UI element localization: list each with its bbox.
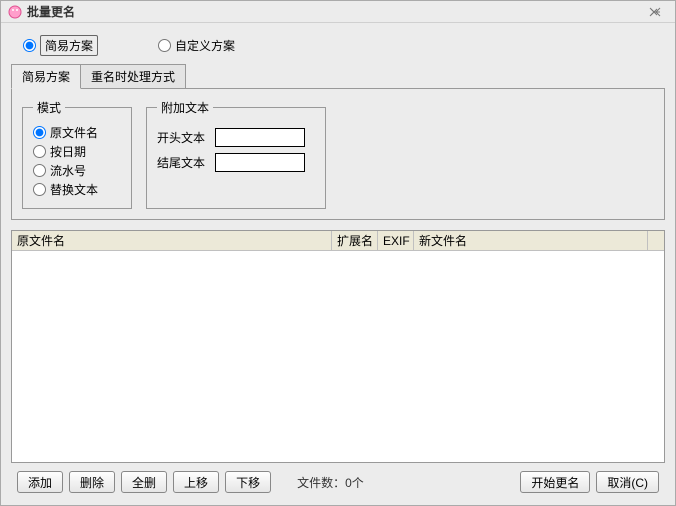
tab-duplicate[interactable]: 重名时处理方式 — [80, 64, 186, 89]
mode-bydate-input[interactable] — [33, 145, 46, 158]
tab-panel-simple: 模式 原文件名 按日期 流水号 替换文本 — [11, 88, 665, 220]
tab-simple-label: 简易方案 — [22, 70, 70, 84]
app-icon — [7, 4, 23, 20]
file-table: 原文件名 扩展名 EXIF 新文件名 — [11, 230, 665, 463]
scheme-simple-radio[interactable]: 简易方案 — [23, 35, 98, 56]
prefix-input[interactable] — [215, 128, 305, 147]
close-button[interactable] — [641, 5, 669, 19]
window-title: 批量更名 — [27, 3, 75, 20]
append-group: 附加文本 开头文本 结尾文本 — [146, 99, 326, 209]
move-down-button[interactable]: 下移 — [225, 471, 271, 493]
scheme-simple-input[interactable] — [23, 39, 36, 52]
scheme-custom-radio[interactable]: 自定义方案 — [158, 37, 235, 54]
mode-bydate-radio[interactable]: 按日期 — [33, 143, 121, 160]
suffix-input[interactable] — [215, 153, 305, 172]
content-area: 简易方案 自定义方案 简易方案 重名时处理方式 模式 原文件名 — [1, 23, 675, 505]
start-rename-button[interactable]: 开始更名 — [520, 471, 590, 493]
mode-replace-input[interactable] — [33, 183, 46, 196]
suffix-row: 结尾文本 — [157, 153, 315, 172]
mode-bydate-label: 按日期 — [50, 143, 86, 160]
mode-original-input[interactable] — [33, 126, 46, 139]
titlebar: 批量更名 — [1, 1, 675, 23]
move-up-button[interactable]: 上移 — [173, 471, 219, 493]
window: 批量更名 简易方案 自定义方案 简易方案 重名时处理方式 — [0, 0, 676, 506]
mode-replace-label: 替换文本 — [50, 181, 98, 198]
mode-replace-radio[interactable]: 替换文本 — [33, 181, 121, 198]
append-legend: 附加文本 — [157, 99, 213, 116]
mode-serial-radio[interactable]: 流水号 — [33, 162, 121, 179]
tabs: 简易方案 重名时处理方式 — [11, 64, 665, 89]
file-count-label: 文件数：0个 — [297, 474, 364, 491]
mode-serial-label: 流水号 — [50, 162, 86, 179]
table-header: 原文件名 扩展名 EXIF 新文件名 — [12, 231, 664, 251]
mode-legend: 模式 — [33, 99, 65, 116]
suffix-label: 结尾文本 — [157, 154, 209, 171]
th-ext[interactable]: 扩展名 — [332, 231, 378, 250]
bottom-bar: 添加 删除 全删 上移 下移 文件数：0个 开始更名 取消(C) — [11, 463, 665, 497]
remove-all-button[interactable]: 全删 — [121, 471, 167, 493]
cancel-button[interactable]: 取消(C) — [596, 471, 659, 493]
prefix-label: 开头文本 — [157, 129, 209, 146]
scheme-simple-label: 简易方案 — [40, 35, 98, 56]
remove-button[interactable]: 删除 — [69, 471, 115, 493]
mode-serial-input[interactable] — [33, 164, 46, 177]
scheme-custom-input[interactable] — [158, 39, 171, 52]
th-newname[interactable]: 新文件名 — [414, 231, 648, 250]
th-pad — [648, 231, 664, 250]
scheme-custom-label: 自定义方案 — [175, 37, 235, 54]
prefix-row: 开头文本 — [157, 128, 315, 147]
scheme-selector: 简易方案 自定义方案 — [11, 31, 665, 64]
th-original[interactable]: 原文件名 — [12, 231, 332, 250]
th-exif[interactable]: EXIF — [378, 231, 414, 250]
mode-group: 模式 原文件名 按日期 流水号 替换文本 — [22, 99, 132, 209]
tab-duplicate-label: 重名时处理方式 — [91, 70, 175, 84]
mode-original-radio[interactable]: 原文件名 — [33, 124, 121, 141]
tab-simple[interactable]: 简易方案 — [11, 64, 81, 89]
table-body[interactable] — [12, 251, 664, 462]
add-button[interactable]: 添加 — [17, 471, 63, 493]
mode-original-label: 原文件名 — [50, 124, 98, 141]
